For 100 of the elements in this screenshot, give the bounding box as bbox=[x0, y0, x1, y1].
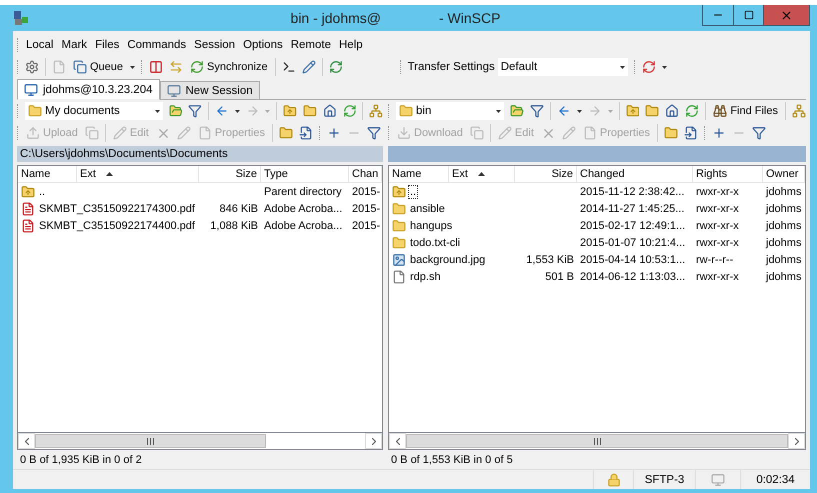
open-folder-icon bbox=[510, 104, 524, 118]
location-label: bin bbox=[416, 105, 432, 117]
location-dropdown[interactable]: bin bbox=[396, 102, 504, 120]
file-name[interactable]: ansible bbox=[409, 202, 446, 214]
menu-item[interactable]: Mark bbox=[60, 39, 88, 51]
table-cell-text: rwxr-xr-x bbox=[695, 270, 740, 282]
column-header[interactable]: Size bbox=[515, 166, 577, 183]
column-header[interactable]: Name bbox=[18, 166, 77, 183]
copy-icon bbox=[470, 126, 484, 140]
pdf-file-icon bbox=[21, 218, 35, 232]
table-cell-text: 2014-06-12 1:13:03... bbox=[579, 270, 686, 282]
refresh-icon bbox=[685, 104, 700, 118]
menu-item[interactable]: Local bbox=[25, 39, 54, 51]
scroll-left-icon bbox=[24, 438, 28, 444]
forward-icon bbox=[246, 104, 260, 118]
window-title: - WinSCP bbox=[439, 10, 500, 26]
caret-icon bbox=[608, 110, 612, 112]
folder-icon bbox=[28, 104, 42, 118]
column-header[interactable]: Name bbox=[389, 166, 449, 183]
panel-status: 0 B of 1,935 KiB in 0 of 2 bbox=[19, 452, 143, 468]
table-cell-text: rwxr-xr-x bbox=[695, 220, 740, 232]
pencil-icon bbox=[498, 126, 512, 140]
table-cell-text: Adobe Acroba... bbox=[263, 202, 344, 214]
tree-icon bbox=[792, 104, 806, 118]
table-cell-text: jdohms bbox=[764, 236, 802, 248]
table-cell-text: rwxr-xr-x bbox=[695, 186, 740, 198]
computer-icon bbox=[711, 472, 725, 486]
table-cell-text: 846 KiB bbox=[218, 202, 259, 214]
table-cell-text: Parent directory bbox=[263, 186, 343, 198]
menu-item[interactable]: Help bbox=[338, 39, 364, 51]
table-cell-text: rw-r--r-- bbox=[695, 254, 734, 266]
transfer-settings-label: Transfer Settings bbox=[408, 61, 495, 73]
parent-folder-icon bbox=[626, 104, 640, 118]
table-cell-text: jdohms bbox=[764, 254, 802, 266]
menu-item[interactable]: Files bbox=[94, 39, 120, 51]
table-cell-text: 2015- bbox=[351, 202, 382, 214]
terminal-icon bbox=[282, 60, 296, 74]
file-name[interactable]: hangups bbox=[409, 220, 454, 232]
table-cell-text: jdohms bbox=[764, 270, 802, 282]
column-header[interactable]: Owner bbox=[763, 166, 805, 183]
open-folder-icon bbox=[168, 104, 182, 118]
session-tab[interactable]: jdohms@10.3.23.204 bbox=[17, 79, 160, 100]
column-header[interactable]: Ext bbox=[449, 166, 515, 183]
synchronize-button[interactable]: Synchronize bbox=[189, 60, 269, 74]
transfer-settings-dropdown[interactable]: Default bbox=[498, 58, 628, 76]
tree-icon bbox=[369, 104, 384, 118]
table-cell-text: rwxr-xr-x bbox=[695, 236, 740, 248]
forward-icon bbox=[588, 104, 602, 118]
scroll-right-icon bbox=[794, 438, 798, 444]
column-header[interactable]: Ext bbox=[77, 166, 199, 183]
menu-item[interactable]: Options bbox=[242, 39, 284, 51]
scroll-left-icon bbox=[396, 438, 400, 444]
folder-icon bbox=[399, 104, 413, 118]
column-header[interactable]: Type bbox=[261, 166, 349, 183]
horizontal-scrollbar[interactable] bbox=[388, 433, 806, 450]
file-name[interactable]: todo.txt-cli bbox=[409, 236, 462, 248]
parent-folder-icon bbox=[21, 184, 35, 198]
folder-icon bbox=[392, 236, 406, 250]
table-cell-text: 2015-11-12 2:38:42... bbox=[579, 186, 686, 198]
file-name[interactable]: .. bbox=[409, 186, 418, 198]
column-header[interactable]: Size bbox=[199, 166, 261, 183]
folder-icon bbox=[392, 218, 406, 232]
refresh-icon bbox=[342, 104, 356, 118]
app-logo-icon bbox=[13, 10, 29, 26]
sort-arrow-icon bbox=[106, 172, 113, 176]
column-header[interactable]: Changed bbox=[577, 166, 693, 183]
table-cell-text: 1,553 KiB bbox=[525, 254, 575, 266]
table-cell-text: 2015-04-14 10:53:1... bbox=[579, 254, 686, 266]
file-icon bbox=[392, 270, 406, 284]
caret-icon bbox=[265, 110, 270, 112]
location-dropdown[interactable]: My documents bbox=[24, 102, 163, 120]
horizontal-scrollbar[interactable] bbox=[17, 433, 383, 450]
menu-item[interactable]: Session bbox=[193, 39, 236, 51]
lock-icon bbox=[606, 472, 620, 486]
parent-folder-icon bbox=[283, 104, 298, 118]
file-name[interactable]: rdp.sh bbox=[409, 270, 442, 282]
copy-icon bbox=[84, 126, 99, 140]
file-name[interactable]: background.jpg bbox=[409, 254, 486, 266]
find-files-button[interactable]: Find Files bbox=[712, 104, 779, 118]
protocol-label: SFTP-3 bbox=[644, 474, 684, 486]
caret-icon bbox=[662, 66, 667, 68]
file-name[interactable]: .. bbox=[38, 186, 46, 198]
table-cell-text: 2014-11-27 1:45:25... bbox=[579, 202, 686, 214]
session-tab[interactable]: New Session bbox=[160, 81, 260, 99]
file-name[interactable]: SKMBT_C35150922174400.pdf bbox=[38, 220, 196, 232]
queue-button[interactable]: Queue bbox=[72, 60, 124, 74]
column-header[interactable]: Rights bbox=[693, 166, 763, 183]
filter-icon bbox=[188, 104, 202, 118]
scroll-grip-icon bbox=[594, 438, 600, 444]
table-cell-text: 501 B bbox=[544, 270, 575, 282]
scroll-right-icon bbox=[372, 438, 376, 444]
table-cell-text: rwxr-xr-x bbox=[695, 202, 740, 214]
caret-icon bbox=[496, 110, 501, 112]
column-header[interactable]: Chan bbox=[349, 166, 382, 183]
menu-item[interactable]: Remote bbox=[290, 39, 332, 51]
close-button[interactable] bbox=[763, 5, 809, 25]
filter-icon bbox=[752, 126, 766, 140]
menu-item[interactable]: Commands bbox=[126, 39, 188, 51]
close-icon bbox=[780, 8, 793, 22]
file-name[interactable]: SKMBT_C35150922174300.pdf bbox=[38, 202, 196, 214]
